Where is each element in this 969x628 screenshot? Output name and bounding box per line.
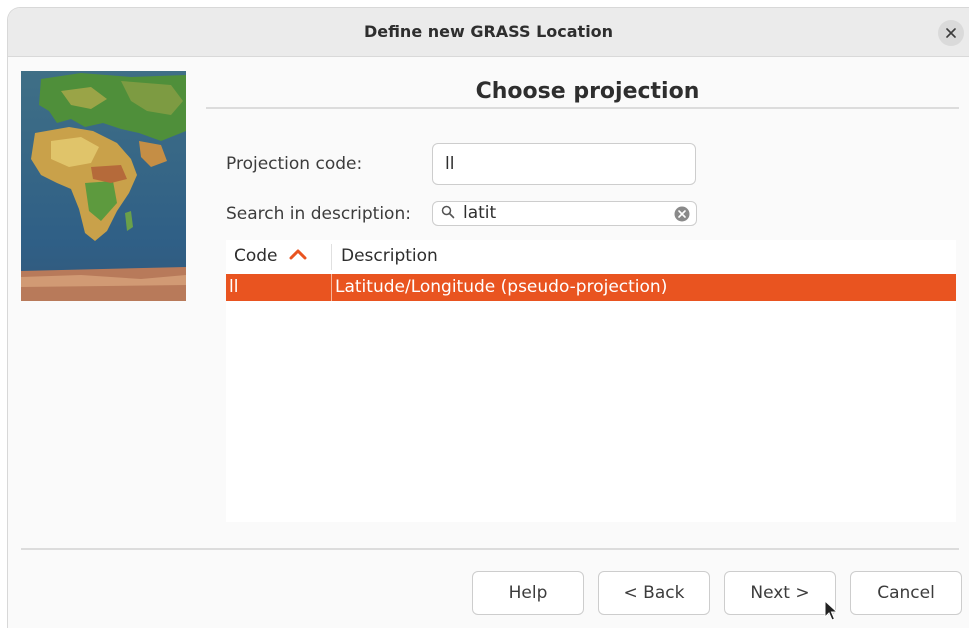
back-button[interactable]: < Back	[598, 571, 710, 615]
cancel-button[interactable]: Cancel	[850, 571, 962, 615]
world-map-image	[21, 71, 186, 301]
next-button[interactable]: Next >	[724, 571, 836, 615]
page-heading: Choose projection	[475, 79, 700, 104]
column-separator	[331, 244, 332, 270]
projection-code-label: Projection code:	[226, 154, 363, 174]
search-icon	[441, 205, 455, 219]
window-title: Define new GRASS Location	[363, 22, 614, 41]
mouse-pointer-icon	[824, 600, 838, 621]
close-button[interactable]	[938, 20, 964, 46]
column-header-code-label: Code	[234, 246, 278, 266]
table-header: Code Description	[226, 240, 956, 272]
search-description-label: Search in description:	[226, 204, 411, 224]
cell-separator	[331, 274, 332, 301]
close-icon	[946, 28, 956, 38]
column-header-description[interactable]: Description	[341, 240, 438, 272]
cell-code: ll	[229, 277, 239, 297]
title-bar: Define new GRASS Location	[8, 8, 969, 57]
heading-divider	[206, 107, 959, 109]
chevron-up-icon	[289, 249, 307, 260]
search-input[interactable]: latit	[432, 201, 697, 226]
column-header-code[interactable]: Code	[234, 240, 307, 272]
footer-divider	[21, 548, 959, 550]
search-value: latit	[463, 203, 497, 223]
clear-icon[interactable]	[674, 206, 690, 222]
dialog-window: Define new GRASS Location Choose project…	[8, 8, 969, 628]
table-row[interactable]: ll Latitude/Longitude (pseudo-projection…	[226, 274, 956, 301]
projection-table: Code Description ll Latitude/Longitude (…	[226, 240, 956, 522]
projection-code-input[interactable]: ll	[432, 143, 696, 185]
cell-description: Latitude/Longitude (pseudo-projection)	[335, 277, 668, 297]
help-button[interactable]: Help	[472, 571, 584, 615]
